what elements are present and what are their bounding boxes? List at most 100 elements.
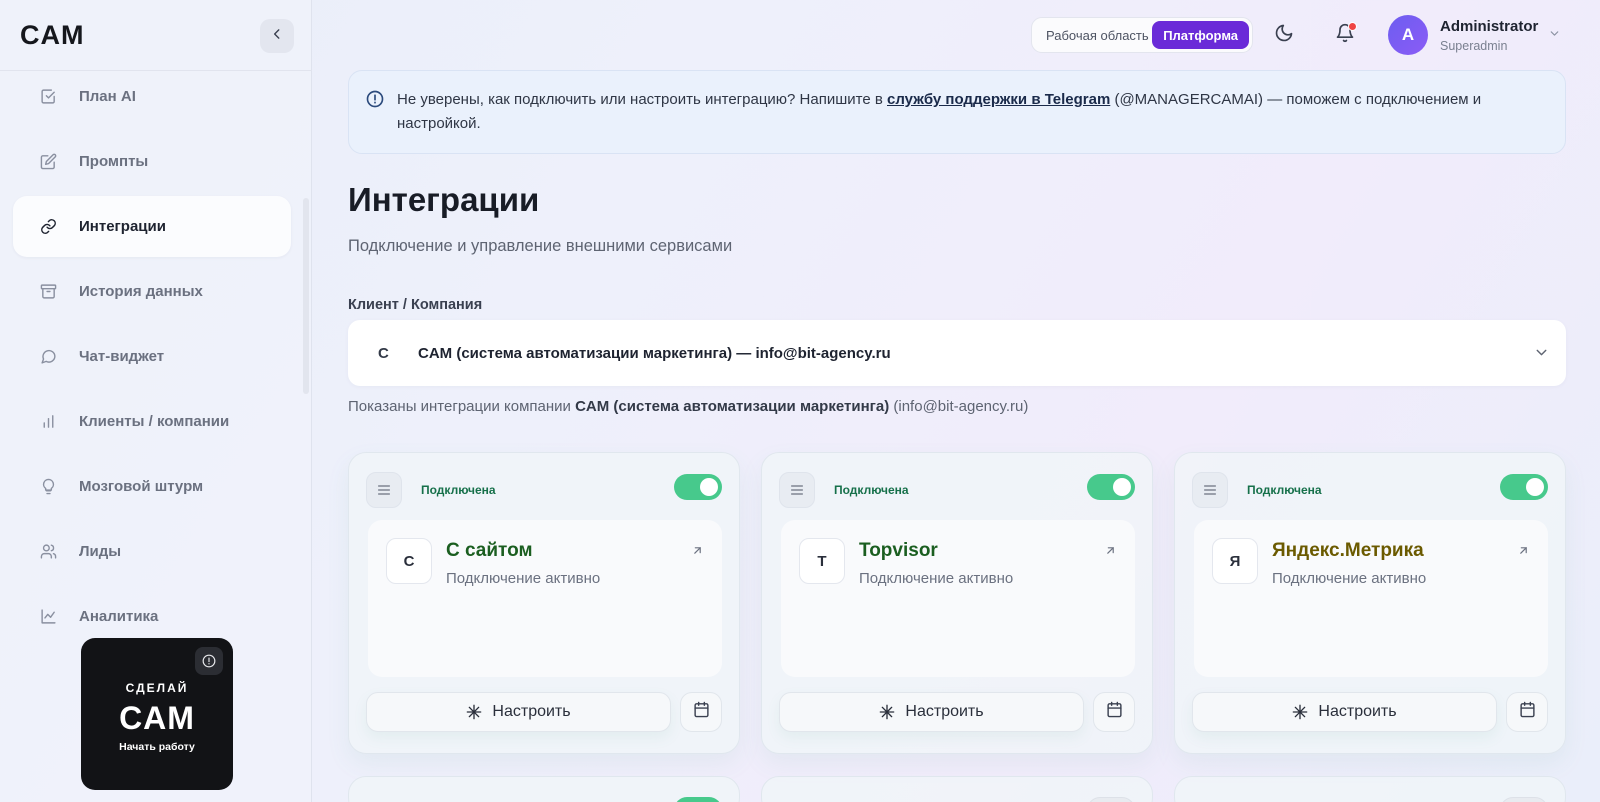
sidebar-item-label: Клиенты / компании	[79, 413, 230, 430]
integration-status-text: Подключение активно	[446, 570, 601, 587]
integration-toggle[interactable]	[1500, 797, 1548, 802]
integration-card: Подключена T Topvisor Подключение активн…	[761, 452, 1153, 754]
sidebar-item-label: Промпты	[79, 153, 149, 170]
sidebar-item-brainstorm[interactable]: Мозговой штурм	[13, 456, 291, 517]
calendar-button[interactable]	[1093, 692, 1135, 732]
archive-icon	[39, 283, 57, 301]
support-alert-text: Не уверены, как подключить или настроить…	[397, 88, 1537, 136]
drag-handle-icon[interactable]	[1192, 472, 1228, 508]
integration-logo: Я	[1212, 538, 1258, 584]
sidebar: CAM План AI Промпты Интеграции История д…	[0, 0, 312, 802]
sidebar-item-label: Мозговой штурм	[79, 478, 204, 495]
chat-icon	[39, 348, 57, 366]
app-logo-text: CAM	[20, 19, 85, 50]
sidebar-item-prompts[interactable]: Промпты	[13, 131, 291, 192]
sidebar-item-integrations[interactable]: Интеграции	[13, 196, 291, 257]
promo-heading: СДЕЛАЙ	[125, 681, 189, 695]
toggle-knob	[1113, 478, 1131, 496]
integrations-scope-note: Показаны интеграции компании CAM (систем…	[348, 398, 1028, 415]
chevron-down-icon[interactable]	[1548, 27, 1561, 45]
page-title: Интеграции	[348, 181, 540, 218]
integration-details[interactable]: Я Яндекс.Метрика Подключение активно	[1194, 520, 1548, 677]
sidebar-item-clients[interactable]: Клиенты / компании	[13, 391, 291, 452]
integration-title: Яндекс.Метрика	[1272, 540, 1424, 561]
integration-toggle[interactable]	[1500, 474, 1548, 500]
integration-details[interactable]: С С сайтом Подключение активно	[368, 520, 722, 677]
sidebar-item-label: Интеграции	[79, 218, 166, 235]
line-chart-icon	[39, 608, 57, 626]
info-icon	[366, 90, 384, 113]
drag-handle-icon[interactable]	[366, 472, 402, 508]
configure-button[interactable]: Настроить	[366, 692, 671, 732]
integration-toggle[interactable]	[1087, 474, 1135, 500]
configure-button[interactable]: Настроить	[779, 692, 1084, 732]
platform-tab[interactable]: Платформа	[1152, 21, 1249, 49]
integration-toggle[interactable]	[1087, 797, 1135, 802]
integration-toggle[interactable]	[674, 797, 722, 802]
calendar-icon	[1519, 701, 1536, 723]
drag-handle-icon[interactable]	[779, 472, 815, 508]
link-icon	[39, 218, 57, 236]
external-link-icon[interactable]	[691, 544, 704, 562]
client-select-label: Клиент / Компания	[348, 297, 483, 313]
sidebar-item-leads[interactable]: Лиды	[13, 521, 291, 582]
promo-start-card[interactable]: СДЕЛАЙ CAM Начать работу	[81, 638, 233, 790]
integration-logo: T	[799, 538, 845, 584]
bar-chart-icon	[39, 413, 57, 431]
calendar-button[interactable]	[1506, 692, 1548, 732]
lightbulb-icon	[39, 478, 57, 496]
chevron-down-icon	[1533, 344, 1550, 366]
notifications-button[interactable]	[1330, 20, 1360, 50]
scope-note-company: CAM (система автоматизации маркетинга)	[575, 398, 890, 415]
workspace-tab[interactable]: Рабочая область	[1046, 28, 1149, 43]
sidebar-item-label: Аналитика	[79, 608, 159, 625]
sidebar-item-label: План AI	[79, 88, 136, 105]
avatar[interactable]: A	[1388, 15, 1428, 55]
integration-details[interactable]: T Topvisor Подключение активно	[781, 520, 1135, 677]
moon-icon	[1274, 23, 1294, 48]
calendar-button[interactable]	[680, 692, 722, 732]
support-alert: Не уверены, как подключить или настроить…	[348, 70, 1566, 154]
scope-note-prefix: Показаны интеграции компании	[348, 398, 576, 415]
configure-button[interactable]: Настроить	[1192, 692, 1497, 732]
integration-card	[761, 776, 1153, 802]
integration-card: Подключена Я Яндекс.Метрика Подключение …	[1174, 452, 1566, 754]
client-select-value: CAM (система автоматизации маркетинга) —…	[418, 345, 891, 362]
collapse-sidebar-button[interactable]	[260, 19, 294, 53]
sparkle-icon	[466, 704, 482, 720]
app-logo[interactable]: CAM	[20, 20, 85, 50]
sidebar-nav: План AI Промпты Интеграции История данны…	[13, 66, 291, 651]
user-name[interactable]: Administrator	[1440, 18, 1538, 35]
theme-toggle-button[interactable]	[1269, 20, 1299, 50]
toggle-knob	[1526, 478, 1544, 496]
promo-logo: CAM	[119, 700, 195, 736]
scope-note-email: (info@bit-agency.ru)	[889, 398, 1029, 415]
external-link-icon[interactable]	[1104, 544, 1117, 562]
integration-logo: С	[386, 538, 432, 584]
calendar-icon	[693, 701, 710, 723]
promo-start-label: Начать работу	[119, 741, 195, 753]
sparkle-icon	[1292, 704, 1308, 720]
integration-card: Подключена С С сайтом Подключение активн…	[348, 452, 740, 754]
status-badge: Подключена	[1247, 483, 1322, 497]
sidebar-scrollbar[interactable]	[303, 198, 309, 394]
client-initial: C	[378, 345, 389, 362]
sidebar-item-label: История данных	[79, 283, 203, 300]
alert-text-before: Не уверены, как подключить или настроить…	[397, 91, 887, 108]
sidebar-item-plan-ai[interactable]: План AI	[13, 66, 291, 127]
chevron-left-icon	[270, 27, 284, 46]
status-badge: Подключена	[834, 483, 909, 497]
sidebar-item-chat-widget[interactable]: Чат-виджет	[13, 326, 291, 387]
integration-toggle[interactable]	[674, 474, 722, 500]
integration-status-text: Подключение активно	[1272, 570, 1427, 587]
configure-button-label: Настроить	[905, 703, 984, 720]
client-company-select[interactable]: C CAM (система автоматизации маркетинга)…	[348, 320, 1566, 386]
configure-button-label: Настроить	[492, 703, 571, 720]
calendar-icon	[1106, 701, 1123, 723]
info-icon[interactable]	[195, 647, 223, 675]
telegram-support-link[interactable]: службу поддержки в Telegram	[887, 91, 1110, 108]
user-role: Superadmin	[1440, 39, 1508, 53]
sidebar-item-label: Чат-виджет	[79, 348, 165, 365]
external-link-icon[interactable]	[1517, 544, 1530, 562]
sidebar-item-data-history[interactable]: История данных	[13, 261, 291, 322]
